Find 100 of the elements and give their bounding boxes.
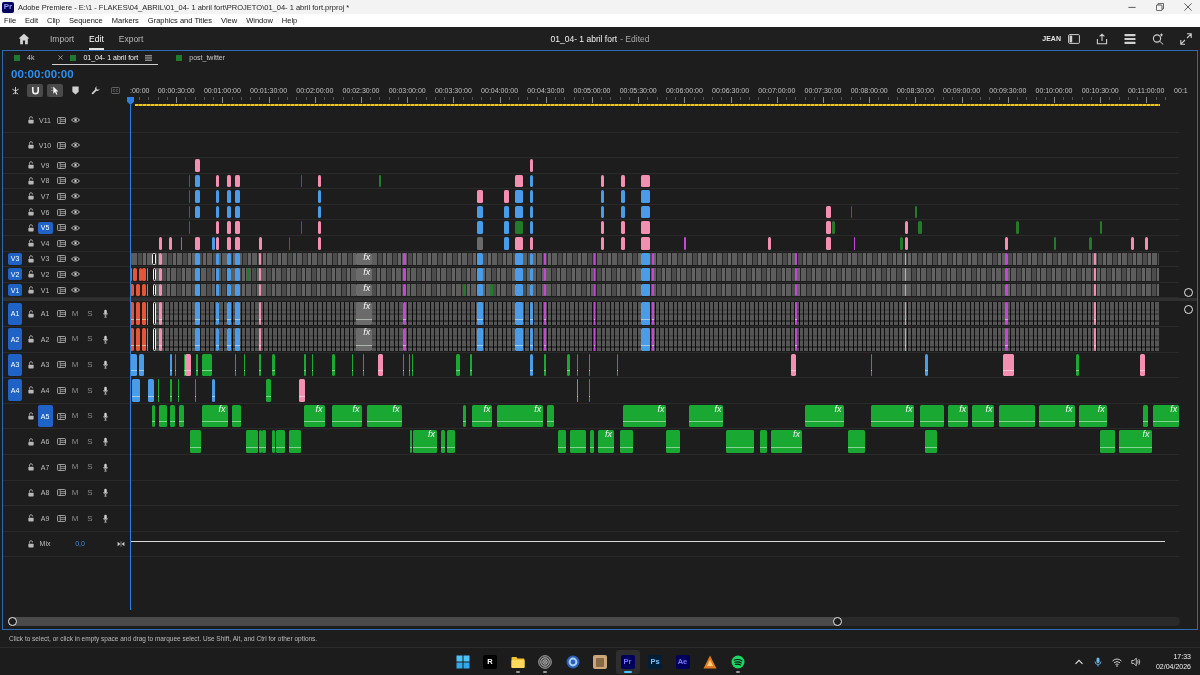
timeline-clip[interactable] <box>593 283 596 297</box>
timeline-clip[interactable] <box>194 379 197 402</box>
timeline-clip[interactable]: fx <box>496 404 544 428</box>
timeline-clip[interactable] <box>924 430 938 453</box>
timeline-clip[interactable] <box>530 174 534 188</box>
timeline-clip[interactable] <box>530 221 534 234</box>
timeline-clip[interactable] <box>194 159 200 172</box>
timeline-clip[interactable] <box>159 327 163 351</box>
timeline-clip[interactable] <box>593 302 596 325</box>
timeline-clip[interactable]: fx <box>1152 404 1179 428</box>
timeline-clip[interactable] <box>853 236 856 250</box>
timeline-clip[interactable] <box>410 430 412 453</box>
timeline-clip[interactable] <box>547 404 554 428</box>
timeline-clip[interactable] <box>317 221 321 234</box>
boxed-list-icon[interactable] <box>56 141 66 149</box>
timeline-clip[interactable] <box>515 174 524 188</box>
timeline-clip[interactable] <box>476 252 484 266</box>
timeline-clip[interactable] <box>227 283 231 297</box>
timeline-clip[interactable] <box>180 236 183 250</box>
speaker-icon[interactable] <box>1130 656 1141 667</box>
timeline-clip[interactable]: fx <box>770 430 802 453</box>
timeline-clip[interactable] <box>216 302 220 325</box>
timeline-clip[interactable]: fx <box>870 404 915 428</box>
timeline-clip[interactable] <box>259 430 263 453</box>
timeline-clip[interactable] <box>795 268 797 281</box>
timeline-clip[interactable] <box>652 327 654 351</box>
timeline-clip[interactable] <box>924 353 929 377</box>
timeline-clip[interactable] <box>234 327 240 351</box>
timeline-clip[interactable] <box>146 268 149 281</box>
mute-button[interactable]: M <box>70 385 80 396</box>
timeline-clip[interactable] <box>515 205 524 219</box>
close-icon[interactable] <box>1184 3 1192 11</box>
timeline-clip[interactable] <box>234 268 240 281</box>
solo-button[interactable]: S <box>86 513 94 524</box>
timeline-clip[interactable] <box>151 404 156 428</box>
timeline-clip[interactable]: fx <box>356 283 373 297</box>
timeline-clip[interactable] <box>476 221 484 234</box>
boxed-list-icon[interactable] <box>56 310 66 318</box>
timeline-clip[interactable] <box>139 353 145 377</box>
timeline-clip[interactable] <box>576 353 579 377</box>
timeline-clip[interactable] <box>1144 236 1148 250</box>
padlock-icon[interactable] <box>28 270 34 279</box>
timeline-clip[interactable] <box>601 174 605 188</box>
timeline-clip[interactable] <box>904 221 908 234</box>
timeline-clip[interactable] <box>188 174 191 188</box>
boxed-list-icon[interactable] <box>56 489 66 497</box>
timeline-clip[interactable] <box>146 283 149 297</box>
boxed-list-icon[interactable] <box>56 270 66 278</box>
timeline-clip[interactable] <box>530 252 534 266</box>
timeline-clip[interactable] <box>216 252 220 266</box>
timeline-clip[interactable] <box>288 430 302 453</box>
timeline-clip[interactable] <box>411 353 414 377</box>
timeline-clip[interactable]: fx <box>972 404 995 428</box>
timeline-clip[interactable] <box>243 353 246 377</box>
timeline-clip[interactable] <box>202 353 213 377</box>
timeline-clip[interactable] <box>159 236 163 250</box>
timeline-clip[interactable] <box>641 302 650 325</box>
timeline-clip[interactable] <box>157 379 160 402</box>
solo-button[interactable]: S <box>86 462 94 472</box>
timeline-clip[interactable] <box>194 205 200 219</box>
timeline-clip[interactable] <box>530 327 534 351</box>
timeline-clip[interactable] <box>652 283 654 297</box>
timeline-clip[interactable] <box>216 283 220 297</box>
timeline-clip[interactable] <box>544 268 546 281</box>
timeline-clip[interactable] <box>652 252 654 266</box>
linked-selection-toggle[interactable] <box>47 83 63 97</box>
timeline-clip[interactable] <box>795 252 797 266</box>
boxed-list-icon[interactable] <box>56 361 66 369</box>
timeline-clip[interactable] <box>234 353 237 377</box>
timeline-clip[interactable] <box>259 268 261 281</box>
timeline-clip[interactable] <box>1015 221 1019 234</box>
timeline-clip[interactable] <box>271 430 275 453</box>
timeline-clip[interactable] <box>1100 430 1115 453</box>
timeline-clip[interactable] <box>544 283 546 297</box>
timeline-clip[interactable] <box>262 430 266 453</box>
timeline-clip[interactable] <box>190 430 202 453</box>
boxed-list-icon[interactable] <box>56 438 66 446</box>
timeline-clip[interactable] <box>227 302 231 325</box>
timeline-clip[interactable] <box>194 283 200 297</box>
timeline-clip[interactable] <box>317 174 321 188</box>
mute-button[interactable]: M <box>70 360 80 370</box>
timeline-clip[interactable] <box>544 302 546 325</box>
audio-clip-strip[interactable] <box>156 302 1159 325</box>
eye-icon[interactable] <box>70 117 80 123</box>
timeline-clip[interactable] <box>234 302 240 325</box>
video-clip-strip[interactable] <box>156 283 1159 297</box>
timeline-clip[interactable] <box>259 327 261 351</box>
solo-button[interactable]: S <box>86 436 94 447</box>
timeline-clip[interactable] <box>259 236 263 250</box>
timeline-clip[interactable] <box>271 353 276 377</box>
timeline-clip[interactable] <box>1131 236 1135 250</box>
eye-icon[interactable] <box>70 287 80 294</box>
solo-button[interactable]: S <box>86 385 94 396</box>
timeline-clip[interactable] <box>216 236 220 250</box>
padlock-icon[interactable] <box>28 223 34 232</box>
close-icon[interactable] <box>58 55 64 60</box>
search-icon[interactable] <box>1152 32 1164 45</box>
timeline-clip[interactable] <box>1094 283 1096 297</box>
timeline-clip[interactable] <box>515 190 524 203</box>
timeline-clip[interactable] <box>904 302 907 325</box>
